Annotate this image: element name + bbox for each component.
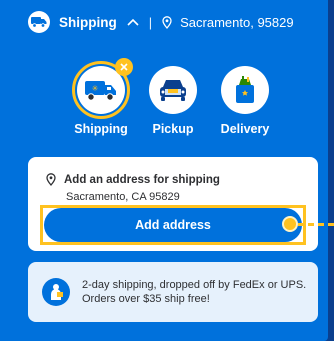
location-pin-icon: [162, 15, 172, 29]
option-label: Delivery: [220, 122, 270, 136]
pickup-car-icon: [149, 66, 197, 114]
address-heading-row: Add an address for shipping: [46, 173, 220, 186]
delivery-bag-icon: [221, 66, 269, 114]
option-label: Shipping: [74, 122, 128, 136]
shipping-info-text: 2-day shipping, dropped off by FedEx or …: [82, 278, 306, 306]
pointer-line: [298, 223, 334, 226]
svg-text:✳: ✳: [92, 84, 99, 93]
shipping-info-line2: Orders over $35 ship free!: [82, 293, 210, 305]
shipping-info-line1: 2-day shipping, dropped off by FedEx or …: [82, 279, 307, 291]
shipping-truck-icon: [28, 11, 50, 33]
header-location[interactable]: Sacramento, 95829: [180, 15, 293, 30]
address-heading: Add an address for shipping: [64, 173, 220, 186]
address-card: Add an address for shipping Sacramento, …: [28, 157, 318, 251]
header-title: Shipping: [59, 14, 117, 30]
pointer-dot: [282, 216, 298, 232]
shipping-info-card: 2-day shipping, dropped off by FedEx or …: [28, 262, 318, 322]
add-address-button[interactable]: Add address: [44, 208, 302, 242]
option-pickup[interactable]: Pickup: [143, 66, 203, 136]
location-pin-icon: [46, 173, 56, 186]
page-background-edge: [328, 0, 334, 341]
option-delivery[interactable]: Delivery: [215, 66, 275, 136]
chevron-up-icon[interactable]: [127, 18, 139, 26]
option-label: Pickup: [152, 122, 194, 136]
selected-close-icon: [115, 58, 133, 76]
header-separator: |: [148, 14, 153, 30]
option-shipping[interactable]: ✳ Shipping: [71, 58, 133, 136]
fulfillment-header[interactable]: Shipping | Sacramento, 95829: [28, 10, 294, 34]
shipping-truck-icon: ✳: [72, 58, 133, 119]
delivery-person-icon: [42, 278, 70, 306]
address-subtext: Sacramento, CA 95829: [66, 191, 180, 203]
